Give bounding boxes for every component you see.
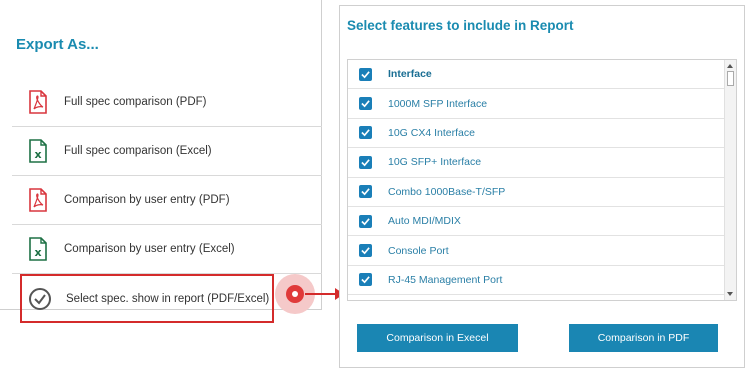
export-item-label: Select spec. show in report (PDF/Excel) (66, 292, 270, 305)
scroll-thumb[interactable] (727, 71, 734, 86)
checkbox-checked-icon[interactable] (359, 244, 372, 258)
export-item-label: Comparison by user entry (Excel) (64, 243, 235, 255)
feature-list: Interface 1000M SFP Interface 10G CX4 In… (347, 59, 737, 301)
svg-text:x: x (34, 246, 41, 259)
feature-header-label: Interface (388, 68, 432, 81)
checkbox-checked-icon[interactable] (359, 97, 372, 111)
scroll-down-icon[interactable] (727, 292, 733, 296)
checkbox-checked-icon[interactable] (359, 273, 372, 287)
feature-row[interactable]: 1000M SFP Interface (348, 89, 724, 119)
feature-label: 10G SFP+ Interface (388, 156, 482, 169)
scroll-up-icon[interactable] (727, 64, 733, 68)
export-item-label: Full spec comparison (PDF) (64, 96, 207, 108)
export-user-entry-excel[interactable]: x Comparison by user entry (Excel) (12, 225, 322, 274)
comparison-pdf-button[interactable]: Comparison in PDF (569, 324, 718, 352)
export-panel-title: Export As... (16, 36, 99, 53)
feature-row[interactable]: 10G SFP+ Interface (348, 148, 724, 178)
excel-file-icon: x (24, 137, 52, 165)
export-item-label: Full spec comparison (Excel) (64, 145, 212, 157)
checkbox-checked-icon[interactable] (359, 126, 372, 140)
excel-file-icon: x (24, 235, 52, 263)
feature-label: RJ-45 Management Port (388, 273, 503, 286)
feature-list-scrollbar[interactable] (724, 60, 736, 300)
export-panel: Export As... Full spec comparison (PDF) … (0, 0, 322, 323)
checkbox-checked-icon[interactable] (359, 185, 372, 199)
feature-row[interactable]: Combo 1000Base-T/SFP (348, 178, 724, 207)
feature-label: 1000M SFP Interface (388, 97, 488, 110)
feature-selection-dialog: Select features to include in Report Int… (339, 5, 745, 368)
export-item-label: Comparison by user entry (PDF) (64, 194, 230, 206)
pdf-file-icon (24, 88, 52, 116)
feature-label: Auto MDI/MDIX (388, 215, 461, 228)
feature-label: Console Port (388, 244, 449, 257)
feature-label: 10G CX4 Interface (388, 126, 475, 139)
export-full-spec-pdf[interactable]: Full spec comparison (PDF) (12, 78, 322, 127)
comparison-excel-button[interactable]: Comparison in Execel (357, 324, 518, 352)
feature-row[interactable]: Console Port (348, 236, 724, 266)
export-select-spec[interactable]: Select spec. show in report (PDF/Excel) (20, 274, 274, 323)
feature-header-row[interactable]: Interface (348, 60, 724, 90)
dialog-title: Select features to include in Report (347, 18, 574, 33)
feature-label: Combo 1000Base-T/SFP (388, 185, 506, 198)
feature-row[interactable]: Auto MDI/MDIX (348, 207, 724, 237)
export-full-spec-excel[interactable]: x Full spec comparison (Excel) (12, 127, 322, 176)
feature-row[interactable]: RJ-45 Management Port (348, 266, 724, 296)
check-circle-icon (26, 285, 54, 313)
connector-arrow-line (305, 293, 337, 295)
checkbox-checked-icon[interactable] (359, 155, 372, 169)
checkbox-checked-icon[interactable] (359, 67, 372, 81)
feature-row[interactable]: 10G CX4 Interface (348, 119, 724, 149)
svg-text:x: x (34, 148, 41, 161)
pulse-indicator-dot (292, 291, 298, 297)
pdf-file-icon (24, 186, 52, 214)
checkbox-checked-icon[interactable] (359, 214, 372, 228)
export-user-entry-pdf[interactable]: Comparison by user entry (PDF) (12, 176, 322, 225)
